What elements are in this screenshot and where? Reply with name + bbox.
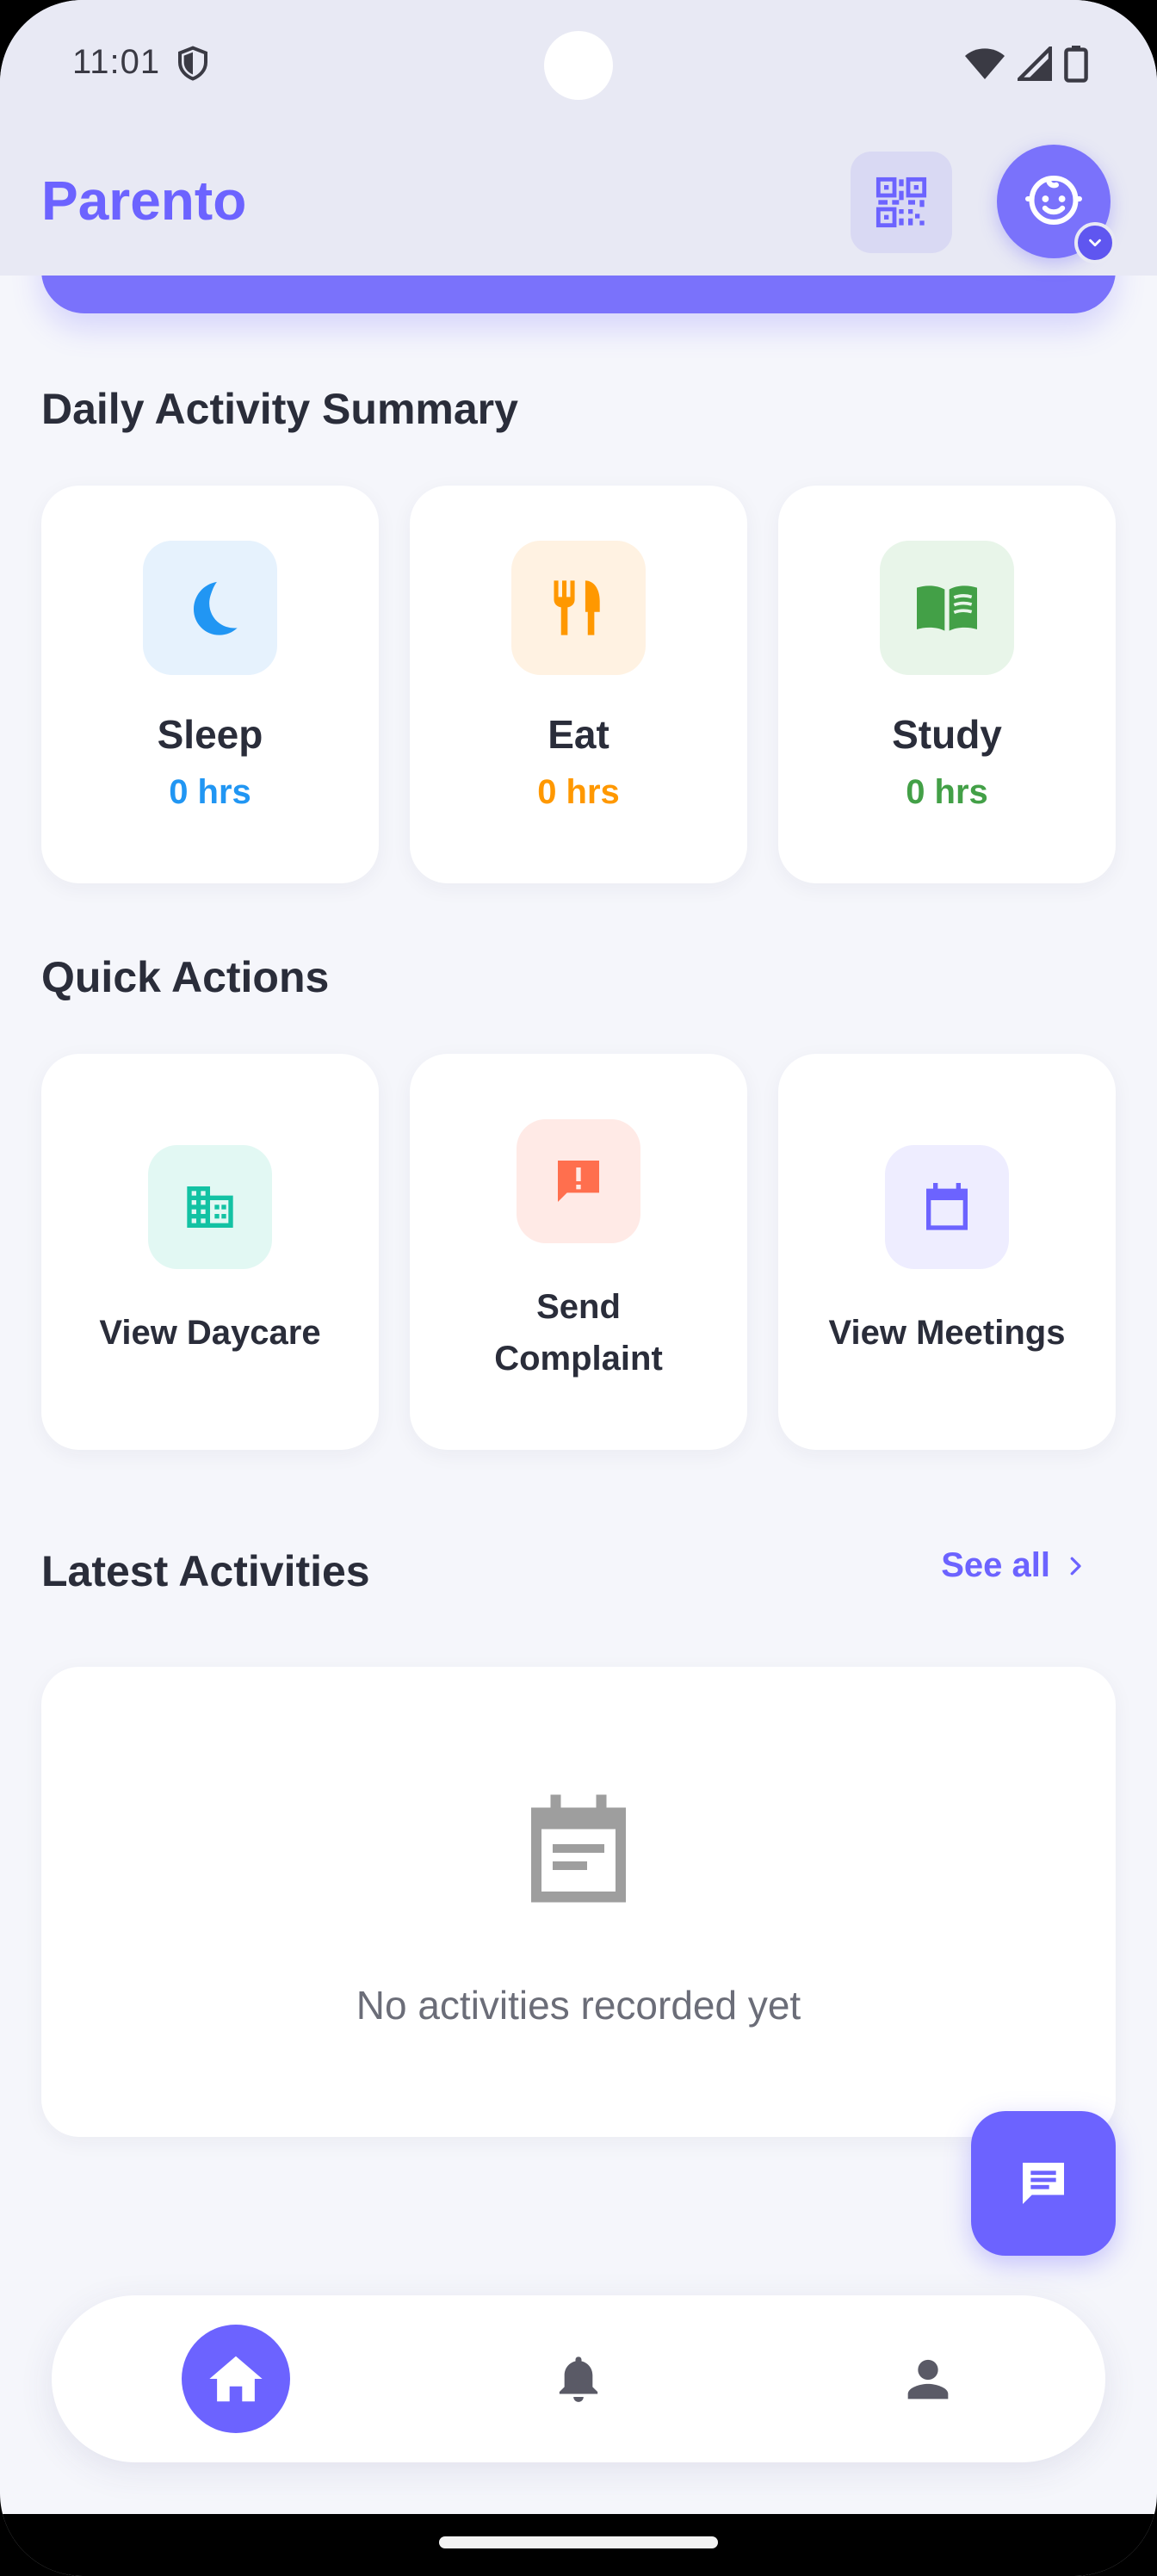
see-all-label: See all — [941, 1546, 1050, 1584]
eat-summary-card[interactable]: Eat 0 hrs — [410, 486, 747, 883]
calendar-note-icon — [531, 1794, 626, 1903]
chat-fab-button[interactable] — [971, 2111, 1116, 2256]
security-shield-icon — [178, 46, 207, 81]
sleep-summary-card[interactable]: Sleep 0 hrs — [41, 486, 379, 883]
eat-value: 0 hrs — [537, 773, 620, 811]
child-profile-avatar[interactable] — [997, 145, 1116, 263]
chevron-down-icon — [1089, 238, 1101, 247]
person-icon — [907, 2359, 949, 2400]
report-chat-icon — [558, 1161, 599, 1202]
status-time: 11:01 — [72, 43, 161, 81]
app-screen: 11:01 Parento Daily Activity Summary Sle… — [0, 0, 1157, 2576]
wifi-icon — [965, 48, 1005, 79]
view-daycare-button[interactable]: View Daycare — [41, 1054, 379, 1450]
daily-summary-title: Daily Activity Summary — [41, 385, 518, 433]
calendar-icon — [926, 1183, 968, 1230]
nav-profile[interactable] — [842, 2295, 1014, 2462]
eat-icon-box — [511, 541, 646, 675]
study-label: Study — [892, 712, 1002, 757]
eat-label: Eat — [548, 712, 609, 757]
view-meetings-label: View Meetings — [828, 1314, 1066, 1352]
home-icon — [209, 2356, 263, 2402]
latest-activities-title: Latest Activities — [41, 1547, 370, 1595]
sleep-icon-box — [143, 541, 277, 675]
study-summary-card[interactable]: Study 0 hrs — [778, 486, 1116, 883]
fork-knife-icon — [554, 580, 600, 635]
view-daycare-label: View Daycare — [99, 1314, 321, 1352]
battery-icon — [1064, 46, 1088, 83]
chevron-right-icon — [1070, 1557, 1081, 1575]
book-icon — [917, 585, 977, 631]
app-title: Parento — [41, 170, 247, 232]
empty-state-message: No activities recorded yet — [356, 1983, 801, 2028]
study-icon-box — [880, 541, 1014, 675]
activities-empty-state: No activities recorded yet — [41, 1667, 1116, 2137]
daycare-icon-box — [148, 1145, 272, 1269]
cellular-signal-icon — [1018, 46, 1052, 81]
message-icon — [1023, 2163, 1064, 2204]
bell-icon — [559, 2356, 598, 2402]
moon-icon — [194, 581, 238, 635]
nav-home-active-indicator — [182, 2325, 290, 2433]
top-app-bar: 11:01 Parento — [0, 0, 1157, 276]
see-all-link[interactable]: See all — [941, 1546, 1088, 1585]
nav-home[interactable] — [150, 2295, 322, 2462]
nav-notifications[interactable] — [492, 2295, 665, 2462]
quick-actions-title: Quick Actions — [41, 953, 330, 1001]
camera-cutout — [544, 31, 613, 100]
meetings-icon-box — [885, 1145, 1009, 1269]
status-icons — [964, 45, 1088, 83]
view-meetings-button[interactable]: View Meetings — [778, 1054, 1116, 1450]
bottom-navigation — [52, 2295, 1105, 2462]
child-face-icon — [1025, 175, 1082, 226]
send-complaint-button[interactable]: Send Complaint — [410, 1054, 747, 1450]
study-value: 0 hrs — [906, 773, 988, 811]
complaint-icon-box — [517, 1119, 640, 1243]
sleep-label: Sleep — [157, 712, 263, 757]
profile-switch-badge[interactable] — [1074, 222, 1116, 263]
building-icon — [187, 1186, 233, 1228]
home-gesture-handle[interactable] — [439, 2536, 718, 2548]
qr-scan-button[interactable] — [851, 152, 952, 253]
sleep-value: 0 hrs — [169, 773, 251, 811]
send-complaint-label: Send Complaint — [494, 1288, 663, 1378]
qr-code-icon — [875, 176, 927, 228]
